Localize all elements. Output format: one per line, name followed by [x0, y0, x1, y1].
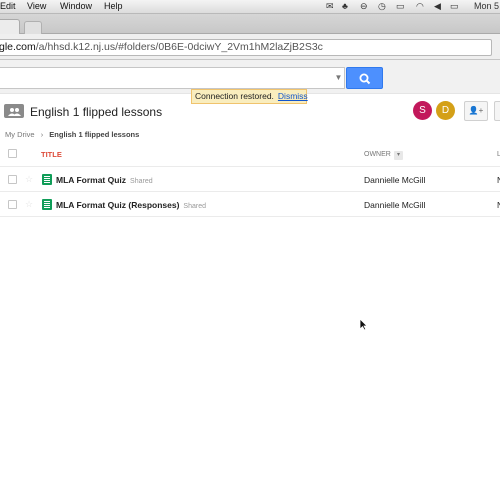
menu-edit[interactable]: Edit — [0, 1, 16, 11]
shared-badge: Shared — [183, 203, 206, 210]
shared-folder-icon — [4, 104, 24, 118]
add-people-button[interactable]: 👤+ — [464, 101, 488, 121]
folder-header: English 1 flipped lessons S D 👤+ — [0, 100, 500, 124]
url-host: gle.com — [0, 41, 36, 53]
search-input[interactable] — [0, 67, 345, 89]
new-tab-button[interactable] — [24, 21, 42, 34]
breadcrumb-my-drive[interactable]: My Drive — [5, 130, 35, 139]
wifi-icon[interactable]: ◠ — [416, 1, 424, 12]
menu-bar: Edit View Window Help ✉ ♣ ⊖ ◷ ▭ ◠ ◀ ▭ Mo… — [0, 0, 500, 14]
shared-badge: Shared — [130, 178, 153, 185]
tab-strip — [0, 14, 500, 34]
folder-title: English 1 flipped lessons — [30, 105, 163, 119]
search-button[interactable] — [346, 67, 383, 89]
column-title[interactable]: TITLE — [41, 150, 62, 159]
url-path: /a/hhsd.k12.nj.us/#folders/0B6E-0dciwY_2… — [35, 41, 323, 53]
file-name-text: MLA Format Quiz — [56, 175, 127, 185]
address-bar-container: gle.com/a/hhsd.k12.nj.us/#folders/0B6E-0… — [0, 34, 500, 60]
form-file-icon — [42, 174, 52, 185]
breadcrumb-separator-icon: › — [40, 130, 44, 139]
battery-icon[interactable]: ▭ — [450, 1, 459, 12]
file-name[interactable]: MLA Format Quiz Shared — [56, 175, 153, 185]
file-owner: Dannielle McGill — [364, 175, 426, 185]
browser-tab-active[interactable] — [0, 19, 20, 34]
time-machine-icon[interactable]: ◷ — [378, 1, 386, 12]
avatar[interactable]: S — [413, 101, 432, 120]
menu-view[interactable]: View — [27, 1, 46, 11]
star-icon[interactable]: ☆ — [25, 199, 33, 210]
file-name[interactable]: MLA Format Quiz (Responses) Shared — [56, 200, 206, 210]
owner-sort-icon[interactable]: ▾ — [394, 151, 403, 160]
table-row[interactable]: ☆ MLA Format Quiz (Responses) Shared Dann… — [0, 193, 500, 217]
evernote-icon[interactable]: ♣ — [342, 1, 348, 11]
airplay-icon[interactable]: ▭ — [396, 1, 405, 12]
search-icon — [359, 73, 371, 85]
mouse-cursor-icon — [359, 318, 368, 331]
breadcrumb: My Drive › English 1 flipped lessons — [5, 130, 139, 139]
row-checkbox[interactable] — [8, 175, 17, 184]
more-actions-button[interactable] — [494, 101, 500, 121]
column-owner[interactable]: OWNER — [364, 151, 391, 158]
table-row[interactable]: ☆ MLA Format Quiz Shared Dannielle McGill… — [0, 168, 500, 192]
search-options-icon[interactable]: ▼ — [332, 67, 345, 89]
dropbox-icon[interactable]: ✉ — [326, 1, 334, 12]
file-owner: Dannielle McGill — [364, 200, 426, 210]
row-checkbox[interactable] — [8, 200, 17, 209]
file-name-text: MLA Format Quiz (Responses) — [56, 200, 180, 210]
star-icon[interactable]: ☆ — [25, 174, 33, 185]
sync-icon[interactable]: ⊖ — [360, 1, 368, 12]
menu-window[interactable]: Window — [60, 1, 92, 11]
select-all-checkbox[interactable] — [8, 149, 17, 158]
avatar[interactable]: D — [436, 101, 455, 120]
breadcrumb-current: English 1 flipped lessons — [49, 130, 140, 139]
spreadsheet-file-icon — [42, 199, 52, 210]
volume-icon[interactable]: ◀ — [434, 1, 441, 12]
add-person-icon: 👤+ — [468, 106, 484, 115]
menu-help[interactable]: Help — [104, 1, 123, 11]
file-list-header: TITLE OWNER ▾ L — [0, 143, 500, 167]
address-bar[interactable]: gle.com/a/hhsd.k12.nj.us/#folders/0B6E-0… — [0, 39, 492, 56]
menu-clock[interactable]: Mon 5 — [474, 1, 499, 11]
